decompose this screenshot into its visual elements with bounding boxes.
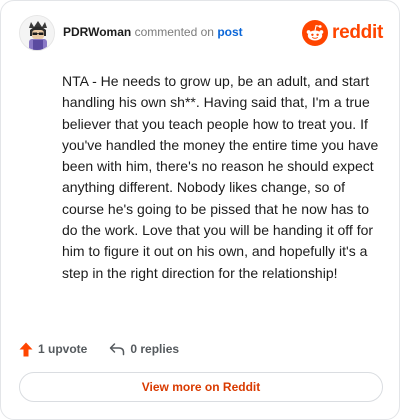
- avatar-image: [20, 16, 54, 50]
- upvote-arrow-icon: [19, 342, 33, 356]
- reply-arrow-icon: [110, 343, 125, 356]
- reddit-brand[interactable]: reddit: [302, 19, 383, 47]
- comment-header: PDRWoman commented on post reddit: [19, 15, 383, 53]
- post-link[interactable]: post: [217, 25, 242, 39]
- byline-verb: commented on: [134, 25, 214, 39]
- byline: PDRWoman commented on post: [63, 25, 243, 39]
- reddit-logo-icon: [302, 20, 329, 46]
- username-link[interactable]: PDRWoman: [63, 25, 131, 39]
- reddit-wordmark: reddit: [332, 22, 383, 43]
- comment-actions: 1 upvote 0 replies: [19, 339, 179, 359]
- replies-button[interactable]: 0 replies: [109, 342, 179, 356]
- upvote-button[interactable]: 1 upvote: [19, 342, 87, 357]
- replies-count-label: 0 replies: [130, 342, 180, 356]
- view-more-button[interactable]: View more on Reddit: [19, 372, 383, 402]
- comment-body: NTA - He needs to grow up, be an adult, …: [62, 73, 379, 281]
- upvote-count-label: 1 upvote: [38, 342, 88, 356]
- user-avatar[interactable]: [19, 15, 55, 51]
- embedded-comment-card: PDRWoman commented on post reddit NTA - …: [0, 0, 400, 420]
